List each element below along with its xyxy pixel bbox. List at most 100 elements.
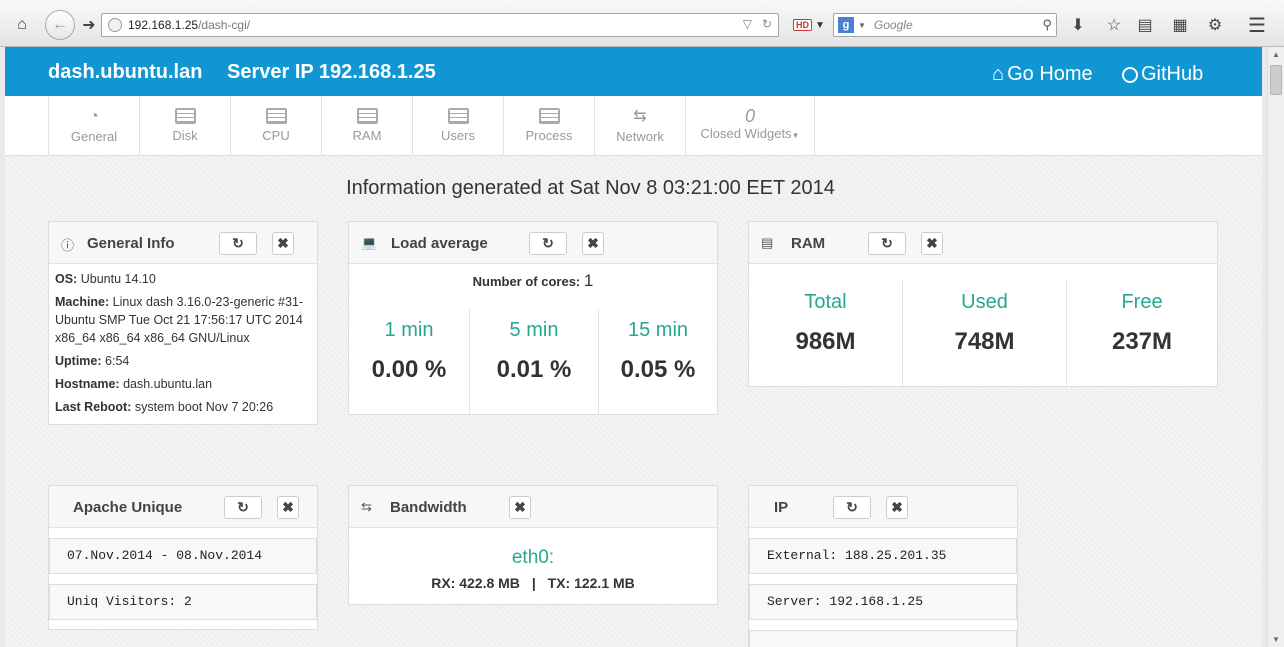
tab-users[interactable]: Users	[412, 96, 503, 156]
hostname-row: Hostname: dash.ubuntu.lan	[55, 375, 311, 393]
close-icon: ✖	[587, 235, 599, 251]
widget-header: 💻 Load average ↻ ✖	[349, 222, 717, 264]
menu-icon[interactable]: ☰	[1243, 11, 1271, 39]
widget-header: ⓘ General Info ↻ ✖	[49, 222, 317, 264]
search-icon[interactable]: ⚲	[1042, 17, 1052, 33]
hd-addon-button[interactable]: HD ▼	[793, 15, 825, 35]
uptime-row: Uptime: 6:54	[55, 352, 311, 370]
close-icon: ✖	[282, 499, 294, 515]
scroll-up-icon[interactable]: ▲	[1272, 50, 1280, 59]
list-item	[749, 630, 1017, 647]
tab-label: Disk	[172, 128, 198, 143]
close-button[interactable]: ✖	[886, 496, 908, 519]
ram-col: Used 748M	[903, 281, 1067, 387]
closed-widgets-dropdown[interactable]: 0 Closed Widgets▼	[685, 96, 815, 156]
ram-col-value: 986M	[795, 328, 856, 355]
machine-row: Machine: Linux dash 3.16.0-23-generic #3…	[55, 293, 311, 347]
ram-col: Total 986M	[749, 281, 903, 387]
url-path: /dash-cgi/	[198, 18, 251, 32]
list-item: Server: 192.168.1.25	[749, 584, 1017, 620]
close-button[interactable]: ✖	[277, 496, 299, 519]
close-button[interactable]: ✖	[272, 232, 294, 255]
list-item: External: 188.25.201.35	[749, 538, 1017, 574]
dropdown-arrow-icon[interactable]: ▽	[743, 17, 752, 31]
go-home-link[interactable]: ⌂ Go Home	[992, 63, 1093, 86]
widget-title: Bandwidth	[390, 499, 467, 516]
bandwidth-widget: ⇆ Bandwidth ✖ eth0: RX: 422.8 MB | TX: 1…	[348, 485, 718, 605]
close-button[interactable]: ✖	[582, 232, 604, 255]
widget-title: Load average	[391, 235, 488, 252]
home-icon[interactable]: ⌂	[8, 11, 36, 39]
dashboard-page: dash.ubuntu.lan Server IP 192.168.1.25 ⌂…	[5, 47, 1262, 647]
ram-widget: ▤ RAM ↻ ✖ Total 986M Used 748M Free 237M	[748, 221, 1218, 387]
refresh-icon: ↻	[237, 499, 249, 515]
download-icon[interactable]: ⬇	[1064, 11, 1092, 39]
bookmark-star-icon[interactable]: ☆	[1100, 11, 1128, 39]
url-bar[interactable]: 192.168.1.25/dash-cgi/ ▽ ↻	[101, 13, 779, 37]
refresh-button[interactable]: ↻	[529, 232, 567, 255]
widget-icon	[538, 108, 560, 124]
widget-icon	[447, 108, 469, 124]
reboot-row: Last Reboot: system boot Nov 7 20:26	[55, 398, 311, 416]
ram-columns: Total 986M Used 748M Free 237M	[749, 281, 1217, 387]
github-icon	[1122, 66, 1138, 83]
close-icon: ✖	[277, 235, 289, 251]
scroll-thumb[interactable]	[1270, 65, 1282, 95]
back-button[interactable]: ←	[45, 10, 75, 40]
brand-link[interactable]: dash.ubuntu.lan	[48, 61, 202, 84]
widget-icon	[356, 108, 378, 124]
caret-down-icon[interactable]: ▼	[858, 21, 866, 30]
search-bar[interactable]: g ▼ Google ⚲	[833, 13, 1057, 37]
dashboard-icon: ◔	[89, 108, 99, 125]
list-item: Uniq Visitors: 2	[49, 584, 317, 620]
widget-header: IP ↻ ✖	[749, 486, 1017, 528]
load-col-value: 0.00 %	[371, 356, 447, 383]
bookmarks-menu-icon[interactable]: ▤	[1131, 11, 1159, 39]
tab-disk[interactable]: Disk	[139, 96, 230, 156]
refresh-button[interactable]: ↻	[219, 232, 257, 255]
tab-label: Users	[441, 128, 475, 143]
ram-col-value: 748M	[954, 328, 1015, 355]
os-value: Ubuntu 14.10	[80, 272, 156, 286]
widget-title: General Info	[87, 235, 175, 252]
close-button[interactable]: ✖	[509, 496, 531, 519]
grid-icon[interactable]: ▦	[1166, 11, 1194, 39]
close-button[interactable]: ✖	[921, 232, 943, 255]
caret-down-icon: ▼	[815, 19, 825, 31]
reload-icon[interactable]: ↻	[762, 17, 772, 31]
widget-title: RAM	[791, 235, 826, 252]
tab-general[interactable]: ◔ General	[48, 96, 139, 156]
github-link[interactable]: GitHub	[1122, 63, 1203, 86]
scroll-down-icon[interactable]: ▼	[1272, 635, 1280, 644]
tab-cpu[interactable]: CPU	[230, 96, 321, 156]
refresh-button[interactable]: ↻	[868, 232, 906, 255]
os-row: OS: Ubuntu 14.10	[55, 270, 311, 288]
refresh-icon: ↻	[542, 235, 554, 251]
widget-header: ⇆ Bandwidth ✖	[349, 486, 717, 528]
refresh-icon: ↻	[881, 235, 893, 251]
tab-ram[interactable]: RAM	[321, 96, 412, 156]
search-placeholder: Google	[873, 18, 913, 32]
refresh-icon: ↻	[846, 499, 858, 515]
refresh-button[interactable]: ↻	[833, 496, 871, 519]
top-navbar: dash.ubuntu.lan Server IP 192.168.1.25 ⌂…	[5, 47, 1262, 96]
gear-icon[interactable]: ⚙	[1201, 11, 1229, 39]
refresh-icon: ↻	[232, 235, 244, 251]
vertical-scrollbar[interactable]: ▲ ▼	[1267, 47, 1284, 647]
load-col: 5 min 0.01 %	[470, 309, 599, 415]
forward-button[interactable]: ➜	[75, 11, 103, 39]
tab-network[interactable]: ⇆ Network	[594, 96, 685, 156]
closed-widgets-label: Closed Widgets	[700, 126, 792, 141]
ip-widget: IP ↻ ✖ External: 188.25.201.35 Server: 1…	[748, 485, 1018, 647]
tab-label: CPU	[262, 128, 290, 143]
cores-row: Number of cores: 1	[349, 271, 717, 291]
server-ip-label: Server IP 192.168.1.25	[227, 61, 436, 83]
tab-process[interactable]: Process	[503, 96, 594, 156]
os-label: OS:	[55, 272, 78, 286]
refresh-button[interactable]: ↻	[224, 496, 262, 519]
separator: |	[531, 575, 536, 591]
general-info-body: OS: Ubuntu 14.10 Machine: Linux dash 3.1…	[49, 264, 317, 427]
cores-value: 1	[583, 271, 594, 290]
load-col: 1 min 0.00 %	[349, 309, 470, 415]
widget-icon	[174, 108, 196, 124]
